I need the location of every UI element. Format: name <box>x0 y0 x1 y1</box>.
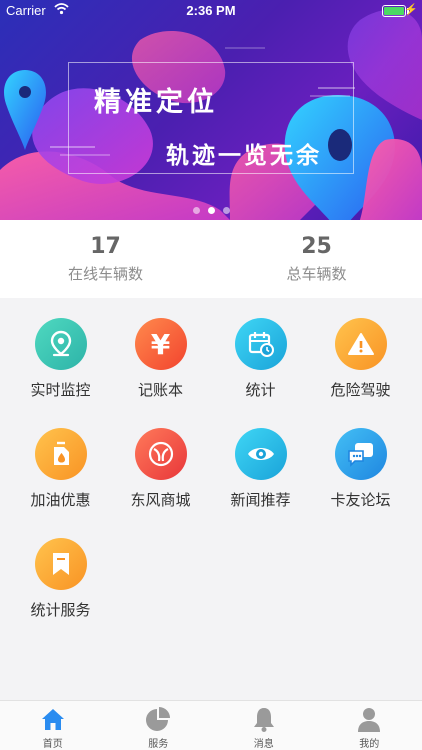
stat-value: 25 <box>301 234 332 259</box>
promo-banner[interactable]: 精准定位 轨迹一览无余 Carrier 2:36 PM ⚡ <box>0 0 422 220</box>
bookmark-icon <box>34 538 87 590</box>
grid-item-dongfeng-mall[interactable]: 东风商城 <box>108 428 213 510</box>
calendar-clock-icon <box>234 318 287 370</box>
grid-item-forum[interactable]: 卡友论坛 <box>308 428 413 510</box>
grid-item-label: 东风商城 <box>130 491 191 509</box>
vehicle-stats: 17 在线车辆数 25 总车辆数 <box>0 220 422 298</box>
battery-icon <box>382 5 406 17</box>
grid-item-label: 新闻推荐 <box>230 491 291 509</box>
grid-item-news[interactable]: 新闻推荐 <box>208 428 313 510</box>
tab-messages[interactable]: 消息 <box>211 701 317 750</box>
banner-pager[interactable] <box>0 199 422 218</box>
person-icon <box>358 708 381 732</box>
tab-bar: 首页 服务 消息 我的 <box>0 700 422 750</box>
bell-icon <box>253 708 274 732</box>
grid-item-label: 危险驾驶 <box>330 381 391 399</box>
grid-item-fuel-discount[interactable]: 加油优惠 <box>8 428 113 510</box>
grid-item-label: 实时监控 <box>30 381 91 399</box>
fuel-can-icon <box>34 428 87 480</box>
grid-item-statistics[interactable]: 统计 <box>208 318 313 400</box>
pager-dot[interactable] <box>222 207 230 214</box>
grid-item-label: 统计 <box>245 381 276 399</box>
tab-profile[interactable]: 我的 <box>317 701 422 750</box>
home-icon <box>41 709 64 730</box>
eye-icon <box>234 428 287 480</box>
dongfeng-logo-icon <box>134 428 187 480</box>
stat-label: 总车辆数 <box>286 265 347 283</box>
charging-icon: ⚡ <box>404 4 418 16</box>
grid-item-label: 记账本 <box>137 381 183 399</box>
grid-item-stat-service[interactable]: 统计服务 <box>8 538 113 620</box>
yen-icon: ¥ <box>134 318 187 370</box>
grid-item-dangerous-driving[interactable]: 危险驾驶 <box>308 318 413 400</box>
stat-label: 在线车辆数 <box>67 265 143 283</box>
tab-label: 消息 <box>253 739 274 750</box>
grid-item-label: 卡友论坛 <box>330 491 391 509</box>
tab-label: 首页 <box>42 739 63 750</box>
stat-value: 17 <box>90 234 121 259</box>
warning-icon <box>334 318 387 370</box>
banner-subtitle: 轨迹一览无余 <box>166 143 322 169</box>
stat-online-vehicles[interactable]: 17 在线车辆数 <box>0 220 211 298</box>
stat-total-vehicles[interactable]: 25 总车辆数 <box>211 220 422 298</box>
status-bar: Carrier 2:36 PM ⚡ <box>0 0 422 22</box>
clock: 2:36 PM <box>186 3 236 18</box>
tab-label: 我的 <box>359 739 380 750</box>
grid-item-realtime-monitor[interactable]: 实时监控 <box>8 318 113 400</box>
pie-chart-icon <box>146 707 171 731</box>
banner-title: 精准定位 <box>94 87 218 118</box>
location-pin-icon <box>34 318 87 370</box>
grid-item-label: 统计服务 <box>30 601 91 619</box>
pager-dot-active[interactable] <box>207 207 215 214</box>
grid-item-account-book[interactable]: ¥ 记账本 <box>108 318 213 400</box>
grid-item-label: 加油优惠 <box>30 491 91 509</box>
pager-dot[interactable] <box>192 207 200 214</box>
tab-label: 服务 <box>148 739 169 750</box>
tab-home[interactable]: 首页 <box>0 701 106 750</box>
tab-service[interactable]: 服务 <box>106 701 212 750</box>
chat-bubbles-icon <box>334 428 387 480</box>
